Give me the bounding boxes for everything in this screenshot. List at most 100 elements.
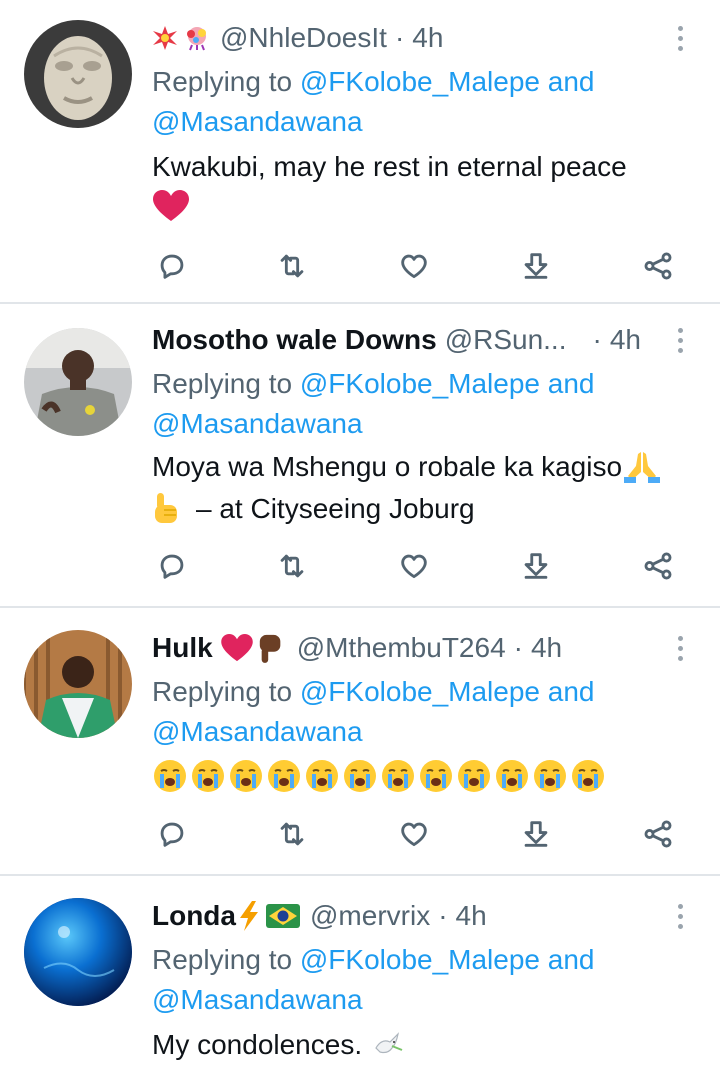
like-icon[interactable] [392,546,436,586]
timestamp[interactable]: 4h [610,324,641,356]
crying-face-emoji [382,760,414,792]
reply-and[interactable]: and [548,66,595,97]
tweet-divider [0,606,720,608]
crying-face-emoji [496,760,528,792]
tweet-divider [0,874,720,876]
replying-to-line2: @Masandawana [152,102,363,142]
tweet-actions [150,546,690,586]
crying-face-emoji [572,760,604,792]
bookmark-icon[interactable] [514,546,558,586]
share-icon[interactable] [636,814,680,854]
tweet-text-line1: Moya wa Mshengu o robale ka kagiso [152,451,623,482]
display-name[interactable]: Mosotho wale Downs [152,324,437,356]
reply-and[interactable]: and [548,676,595,707]
more-icon[interactable] [668,898,692,934]
bookmark-icon[interactable] [514,814,558,854]
retweet-icon[interactable] [270,814,314,854]
location-text[interactable]: – at Cityseeing Joburg [196,488,475,530]
mention-link[interactable]: @FKolobe_Malepe [300,368,540,399]
display-name[interactable]: Londa [152,900,236,932]
tweet-actions [150,246,690,286]
reply-and[interactable]: and [548,944,595,975]
tweet-text: Moya wa Mshengu o robale ka kagiso [152,446,661,488]
mention-link[interactable]: @Masandawana [152,408,363,439]
user-handle[interactable]: @mervrix [310,900,430,932]
tweet-header: Londa @mervrix · 4h [152,896,487,936]
reply-prefix: Replying to [152,66,293,97]
crying-face-emoji [344,760,376,792]
tweet-divider [0,302,720,304]
replying-to-line2: @Masandawana [152,404,363,444]
tweet-text: My condolences. [152,1024,404,1066]
reply-icon[interactable] [150,246,194,286]
crying-face-emoji [192,760,224,792]
mention-link[interactable]: @Masandawana [152,106,363,137]
avatar[interactable] [24,898,132,1006]
replying-to: Replying to @FKolobe_Malepe and [152,364,595,404]
user-handle[interactable]: @NhleDoesIt [220,22,387,54]
bookmark-icon[interactable] [514,246,558,286]
mention-link[interactable]: @FKolobe_Malepe [300,944,540,975]
reply-and[interactable]: and [548,368,595,399]
tweet-4[interactable]: Londa @mervrix · 4h Replying to @FKolobe… [0,896,720,1066]
tweet-actions [150,814,690,854]
crying-face-emoji [420,760,452,792]
replying-to: Replying to @FKolobe_Malepe and [152,62,595,102]
separator: · [592,324,602,355]
reply-icon[interactable] [150,814,194,854]
timestamp[interactable]: 4h [412,22,443,54]
tweet-2[interactable]: Mosotho wale Downs @RSun... · 4h Replyin… [0,320,720,602]
like-icon[interactable] [392,814,436,854]
avatar[interactable] [24,20,132,128]
user-handle[interactable]: @RSun... [445,324,567,356]
like-icon[interactable] [392,246,436,286]
mention-link[interactable]: @Masandawana [152,984,363,1015]
avatar[interactable] [24,630,132,738]
more-icon[interactable] [668,322,692,358]
separator: · [394,22,405,53]
replying-to-line2: @Masandawana [152,712,363,752]
reply-prefix: Replying to [152,368,293,399]
retweet-icon[interactable] [270,546,314,586]
tweet-text: Kwakubi, may he rest in eternal peace [152,151,627,182]
crying-face-emoji [230,760,262,792]
reply-icon[interactable] [150,546,194,586]
replying-to: Replying to @FKolobe_Malepe and [152,672,595,712]
pointing-down-emoji [259,634,281,663]
pray-emoji [624,452,661,483]
tweet-header: Hulk @MthembuT264 · 4h [152,628,562,668]
crying-face-emoji [268,760,300,792]
name-emoji [152,25,212,51]
timestamp[interactable]: 4h [456,900,487,932]
separator: · [438,900,448,931]
reply-prefix: Replying to [152,944,293,975]
crying-face-emoji [154,760,186,792]
heart-emoji [153,190,189,227]
mention-link[interactable]: @FKolobe_Malepe [300,676,540,707]
timestamp[interactable]: 4h [531,632,562,664]
mention-link[interactable]: @Masandawana [152,716,363,747]
pointing-emoji [155,493,177,523]
avatar[interactable] [24,328,132,436]
share-icon[interactable] [636,546,680,586]
tweet-header: Mosotho wale Downs @RSun... · 4h [152,320,641,360]
tweet-3[interactable]: Hulk @MthembuT264 · 4h Replying to @FKol… [0,628,720,868]
tweet-header: @NhleDoesIt · 4h [152,18,443,58]
user-handle[interactable]: @MthembuT264 [297,632,506,664]
separator: · [513,632,523,663]
display-name[interactable]: Hulk [152,632,213,664]
heart-emoji [220,634,253,662]
crying-face-emoji [534,760,566,792]
tweet-text-line2: – at Cityseeing Joburg [152,488,475,530]
crying-face-emoji [458,760,490,792]
lightning-emoji [240,901,258,931]
more-icon[interactable] [668,20,692,56]
tweet-1[interactable]: @NhleDoesIt · 4h Replying to @FKolobe_Ma… [0,18,720,300]
mention-link[interactable]: @FKolobe_Malepe [300,66,540,97]
more-icon[interactable] [668,630,692,666]
dove-emoji [375,1032,403,1054]
replying-to-line2: @Masandawana [152,980,363,1020]
retweet-icon[interactable] [270,246,314,286]
reply-prefix: Replying to [152,676,293,707]
share-icon[interactable] [636,246,680,286]
